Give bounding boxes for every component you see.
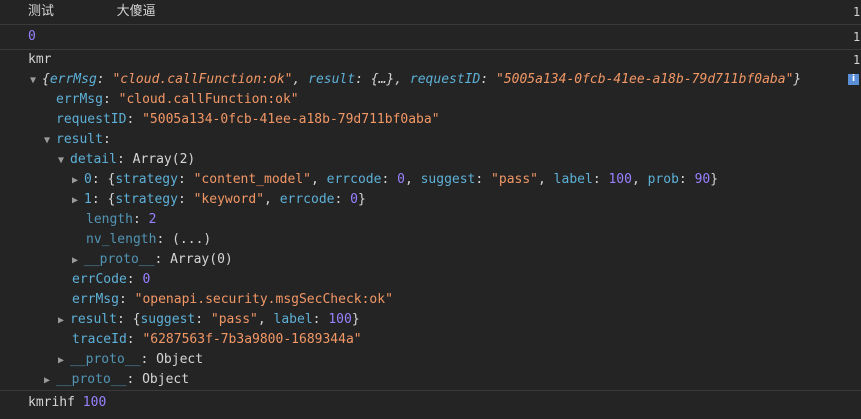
expand-triangle-icon[interactable]: ▼ bbox=[30, 71, 42, 91]
log-number: 0 bbox=[28, 29, 36, 44]
log-label: 测试 bbox=[28, 4, 55, 19]
source-link[interactable]: 1 bbox=[853, 50, 861, 70]
object-summary[interactable]: ▼ {errMsg: "cloud.callFunction:ok", resul… bbox=[0, 70, 861, 90]
collapsed-triangle-icon[interactable]: ▶ bbox=[72, 251, 84, 271]
expand-triangle-icon[interactable]: ▼ bbox=[58, 151, 70, 171]
root-proto[interactable]: ▶ __proto__: Object bbox=[0, 370, 861, 390]
prop-traceId: traceId: "6287563f-7b3a9800-1689344a" bbox=[72, 332, 362, 347]
detail-item-0[interactable]: ▶ 0: {strategy: "content_model", errcode:… bbox=[0, 170, 861, 190]
collapsed-triangle-icon[interactable]: ▶ bbox=[72, 171, 84, 191]
collapsed-triangle-icon[interactable]: ▶ bbox=[58, 311, 70, 331]
prop-detail[interactable]: ▼ detail: Array(2) bbox=[0, 150, 861, 170]
prop-result[interactable]: ▼ result: bbox=[0, 130, 861, 150]
collapsed-triangle-icon[interactable]: ▶ bbox=[58, 351, 70, 371]
log-label: kmr bbox=[28, 52, 52, 67]
log-label-line: kmr 1 bbox=[0, 50, 861, 70]
log-number: 100 bbox=[82, 395, 107, 410]
log-value: 大傻逼 bbox=[116, 4, 156, 19]
log-label: kmrihf bbox=[28, 395, 75, 410]
collapsed-triangle-icon[interactable]: ▶ bbox=[44, 371, 56, 391]
console-object-tree: kmr 1 ▼ {errMsg: "cloud.callFunction:ok",… bbox=[0, 50, 861, 391]
console-row-2: 0 1 bbox=[0, 25, 861, 50]
detail-proto[interactable]: ▶ __proto__: Array(0) bbox=[0, 250, 861, 270]
detail-item-1[interactable]: ▶ 1: {strategy: "keyword", errcode: 0} bbox=[0, 190, 861, 210]
expand-triangle-icon[interactable]: ▼ bbox=[44, 131, 56, 151]
detail-nv-length[interactable]: nv_length: (...) bbox=[0, 230, 861, 250]
info-icon[interactable]: i bbox=[848, 74, 859, 85]
source-link[interactable]: 1 bbox=[853, 25, 861, 49]
console-row-1: 测试 大傻逼 1 bbox=[0, 0, 861, 25]
prop-inner-result[interactable]: ▶ result: {suggest: "pass", label: 100} bbox=[0, 310, 861, 330]
prop-errMsg: errMsg: "cloud.callFunction:ok" bbox=[56, 92, 299, 107]
prop-requestID: requestID: "5005a134-0fcb-41ee-a18b-79d7… bbox=[56, 112, 440, 127]
prop-errCode: errCode: 0 bbox=[72, 272, 151, 287]
result-proto[interactable]: ▶ __proto__: Object bbox=[0, 350, 861, 370]
collapsed-triangle-icon[interactable]: ▶ bbox=[72, 191, 84, 211]
prop-result-errMsg: errMsg: "openapi.security.msgSecCheck:ok… bbox=[72, 292, 393, 307]
detail-length: length: 2 bbox=[86, 212, 157, 227]
console-row-4: kmrihf 100 bbox=[0, 391, 861, 416]
source-link[interactable]: 1 bbox=[853, 0, 861, 24]
